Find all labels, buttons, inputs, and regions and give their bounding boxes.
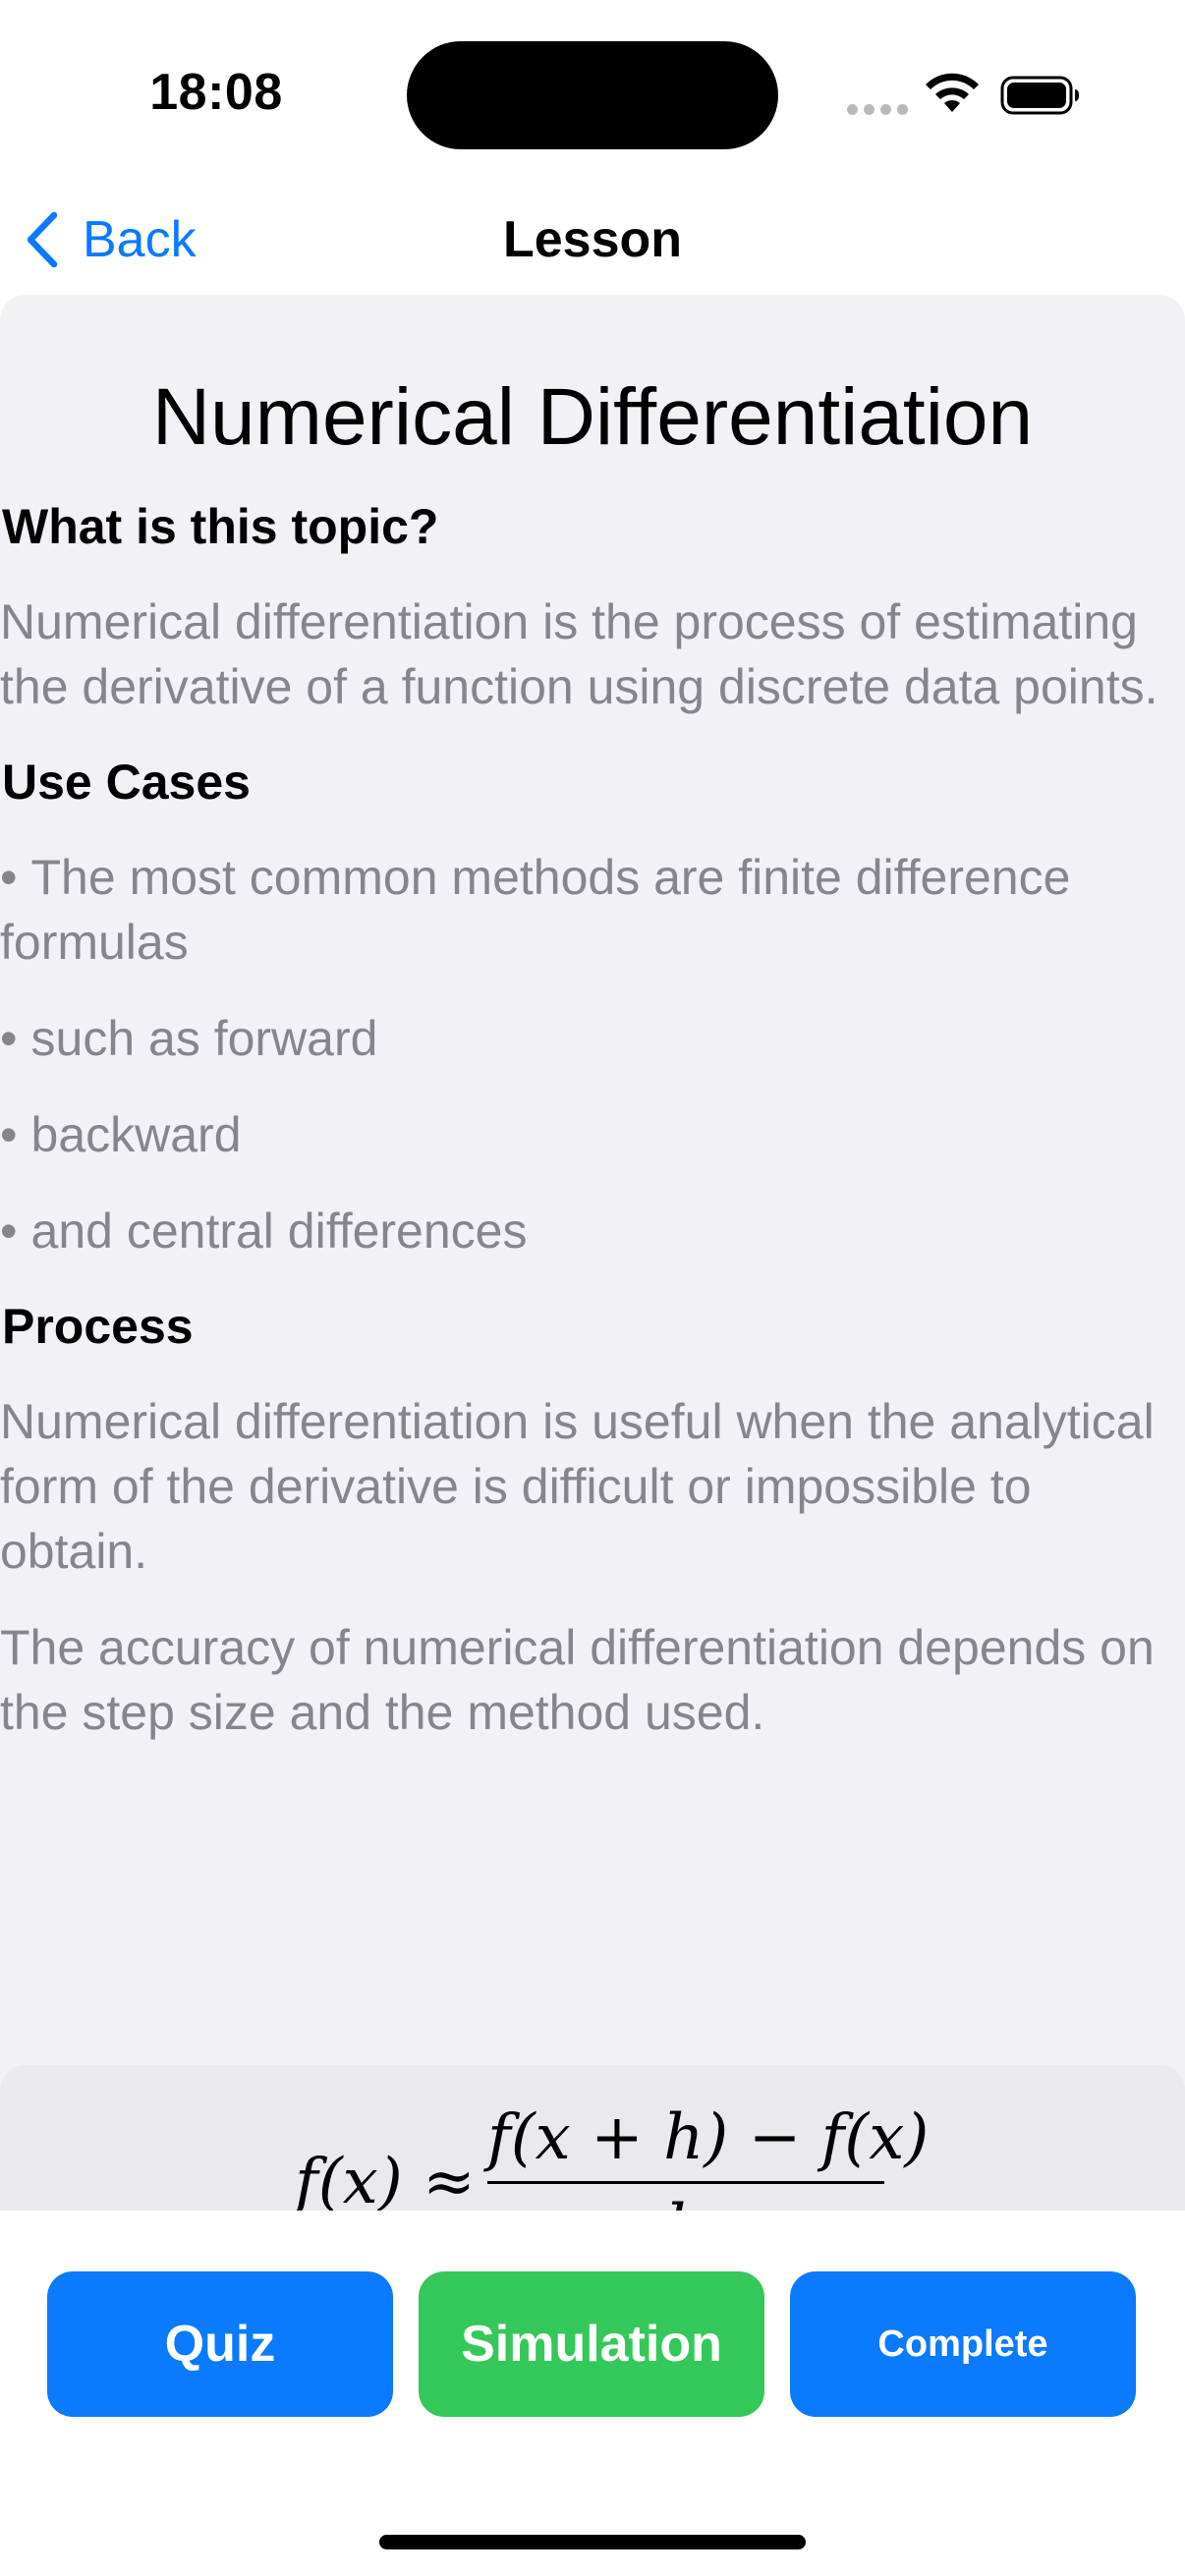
list-item-text: The most common methods are finite diffe… xyxy=(0,850,1071,970)
battery-icon xyxy=(1000,76,1079,115)
list-item: • The most common methods are finite diff… xyxy=(0,850,1071,970)
what-body-text: Numerical differentiation is the process… xyxy=(0,594,1158,714)
action-bar: Quiz Simulation Complete xyxy=(0,2211,1185,2576)
list-item: • backward xyxy=(0,1107,242,1162)
simulation-button[interactable]: Simulation xyxy=(419,2271,764,2417)
formula-denominator: h xyxy=(487,2184,884,2211)
formula-box: f(x) ≈ f(x + h) − f(x) h xyxy=(0,2065,1185,2211)
navigation-bar: Back Lesson xyxy=(0,187,1185,295)
list-item: • and central differences xyxy=(0,1204,528,1259)
formula-lhs: f(x) ≈ xyxy=(295,2146,476,2211)
process-paragraph: Numerical differentiation is useful when… xyxy=(0,1394,1155,1579)
section-heading-what: What is this topic? xyxy=(2,499,439,554)
dynamic-island xyxy=(407,41,778,149)
list-item-text: and central differences xyxy=(30,1204,528,1259)
list-item-text: such as forward xyxy=(30,1011,378,1066)
complete-button-label: Complete xyxy=(877,2323,1048,2365)
list-item-text: backward xyxy=(30,1107,242,1162)
wifi-icon xyxy=(926,73,979,112)
home-indicator[interactable] xyxy=(379,2535,806,2549)
nav-title: Lesson xyxy=(502,211,683,268)
status-time: 18:08 xyxy=(149,64,283,121)
quiz-button-label: Quiz xyxy=(164,2316,276,2373)
section-heading-use-cases: Use Cases xyxy=(2,755,251,810)
section-heading-process: Process xyxy=(2,1299,194,1354)
list-item: • such as forward xyxy=(0,1011,378,1066)
formula-numerator: f(x + h) − f(x) xyxy=(487,2101,930,2174)
simulation-button-label: Simulation xyxy=(461,2316,722,2373)
quiz-button[interactable]: Quiz xyxy=(47,2271,393,2417)
cellular-signal-icon xyxy=(847,104,908,118)
status-bar: 18:08 xyxy=(0,0,1185,187)
lesson-title: Numerical Differentiation xyxy=(151,372,1034,462)
lesson-content[interactable]: Numerical Differentiation What is this t… xyxy=(0,295,1185,2211)
process-paragraph: The accuracy of numerical differentiatio… xyxy=(0,1620,1155,1740)
formula-fraction: f(x + h) − f(x) h xyxy=(487,2099,930,2211)
complete-button[interactable]: Complete xyxy=(790,2271,1136,2417)
